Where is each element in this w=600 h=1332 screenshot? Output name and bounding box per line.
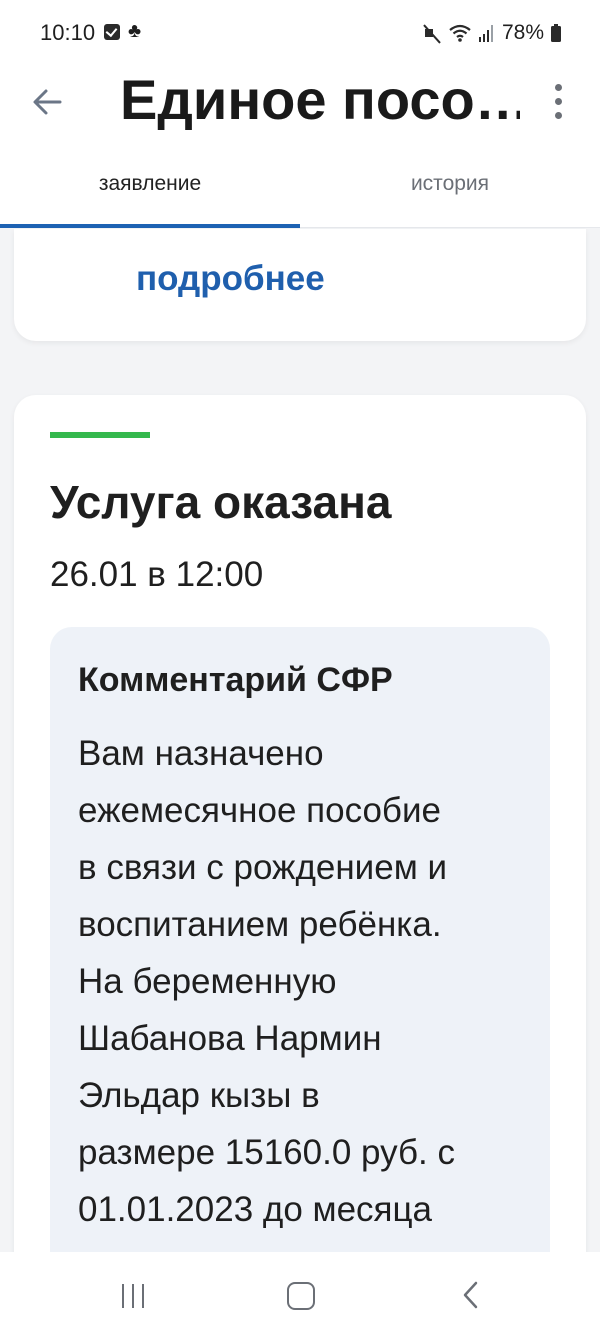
tab-bar: заявление история (0, 162, 600, 228)
more-vertical-icon (555, 84, 562, 91)
comment-line: размере 15160.0 руб. с (78, 1133, 455, 1172)
tab-application[interactable]: заявление (0, 162, 300, 222)
signal-icon (478, 23, 496, 43)
home-button[interactable] (287, 1282, 315, 1310)
recent-apps-icon (122, 1284, 124, 1308)
comment-line: На беременную (78, 962, 337, 1001)
tab-history[interactable]: история (300, 162, 600, 222)
comment-box: Комментарий СФР Вам назначено ежемесячно… (50, 627, 550, 1325)
back-button[interactable] (24, 78, 72, 126)
notification-check-icon (104, 24, 120, 40)
status-bar: 10:10 ♣ 78% (0, 0, 600, 66)
comment-line: Шабанова Нармин (78, 1019, 382, 1058)
comment-line: Вам назначено (78, 734, 324, 773)
wifi-icon (448, 23, 472, 43)
mute-icon (422, 23, 442, 43)
comment-title: Комментарий СФР (78, 661, 393, 699)
status-time: 10:10 (40, 20, 96, 45)
comment-line: воспитанием ребёнка. (78, 905, 442, 944)
service-status-date: 26.01 в 12:00 (50, 555, 264, 594)
status-indicator-stripe (50, 432, 150, 438)
details-link[interactable]: подробнее (136, 259, 325, 299)
service-status-card: Услуга оказана 26.01 в 12:00 Комментарий… (14, 395, 586, 1325)
battery-icon (550, 23, 562, 43)
service-status-title: Услуга оказана (50, 476, 392, 528)
system-back-button[interactable] (460, 1280, 482, 1310)
arrow-left-icon (33, 89, 62, 115)
comment-line: Эльдар кызы в (78, 1076, 320, 1115)
notification-app-icon: ♣ (128, 20, 142, 42)
comment-line: в связи с рождением и (78, 848, 448, 887)
info-card: подробнее (14, 229, 586, 341)
page-title: Единое посо… (120, 68, 520, 131)
comment-text: Вам назначено ежемесячное пособие в связ… (78, 725, 528, 1295)
system-navigation-bar (0, 1252, 600, 1332)
system-indicators: 78% (422, 20, 562, 46)
battery-percent: 78% (501, 21, 544, 44)
comment-line: 01.01.2023 до месяца (78, 1190, 432, 1229)
active-tab-indicator (0, 224, 300, 228)
more-options-button[interactable] (538, 80, 578, 128)
chevron-left-icon (463, 1281, 478, 1309)
recent-apps-button[interactable] (120, 1284, 146, 1308)
app-header: Единое посо… (0, 66, 600, 162)
comment-line: ежемесячное пособие (78, 791, 441, 830)
